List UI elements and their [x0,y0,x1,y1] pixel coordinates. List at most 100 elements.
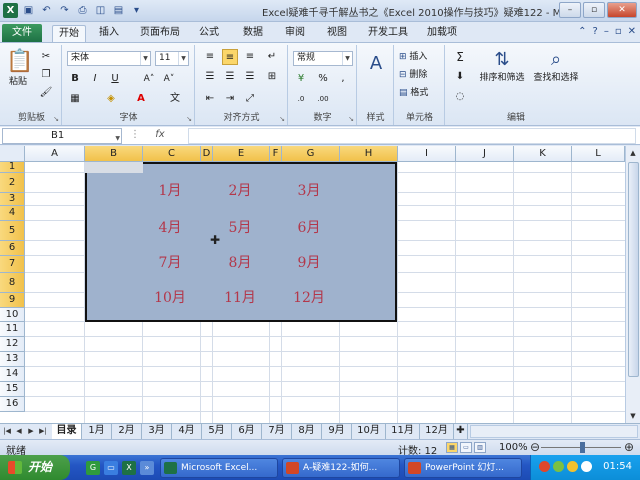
increase-decimal-icon[interactable]: .0 [293,91,309,107]
align-top-icon[interactable]: ≡ [202,49,218,65]
row-header[interactable]: 13 [0,352,25,367]
font-size-combo[interactable]: 11 ▼ [155,51,189,66]
redo-icon[interactable]: ↷ [57,3,72,18]
quicklaunch-more-icon[interactable]: » [140,461,154,475]
orientation-icon[interactable]: ⤢ [242,91,258,107]
bold-button[interactable]: B [67,71,83,87]
insert-sheet-icon[interactable]: ✚ [454,424,468,439]
column-header[interactable]: I [398,146,456,162]
grow-font-button[interactable]: A˄ [141,71,157,87]
zoom-level[interactable]: 100% [499,442,528,453]
column-header[interactable]: J [456,146,514,162]
chevron-down-icon[interactable]: ▼ [140,52,150,65]
column-header[interactable]: C [143,146,201,162]
open-icon[interactable]: ▤ [111,3,126,18]
month-cell[interactable]: 3月 [289,180,329,200]
vertical-scroll-thumb[interactable] [628,162,639,377]
month-cell[interactable]: 12月 [289,287,329,307]
clock[interactable]: 01:54 [603,461,632,472]
tab-developer[interactable]: 开发工具 [362,25,414,42]
active-cell[interactable] [85,162,143,173]
currency-icon[interactable]: ¥ [293,71,309,87]
last-sheet-icon[interactable]: ▶| [38,425,48,438]
row-header[interactable]: 2 [0,173,25,193]
merge-center-icon[interactable]: ⊞ [264,69,280,85]
row-header[interactable]: 4 [0,206,25,221]
clear-icon[interactable]: ◌ [452,89,468,105]
month-cell[interactable]: 4月 [150,217,190,237]
customize-icon[interactable]: ▾ [129,3,144,18]
sheet-tab[interactable]: 目录 [52,424,82,439]
comma-button[interactable]: , [335,71,351,87]
tray-volume-icon[interactable] [567,461,578,472]
sheet-tab[interactable]: 10月 [352,424,386,439]
month-cell[interactable]: 11月 [220,287,260,307]
restore-button[interactable]: ▫ [583,2,605,18]
alignment-launcher-icon[interactable]: ↘ [279,115,285,123]
save-icon[interactable]: ▣ [21,3,36,18]
chevron-down-icon[interactable]: ▼ [342,52,352,65]
styles-button[interactable]: A [364,53,388,74]
insert-cells-button[interactable]: ⊞ 插入 [399,49,427,62]
align-left-icon[interactable]: ☰ [202,69,218,85]
border-icon[interactable]: ▦ [67,91,83,107]
month-cell[interactable]: 5月 [220,217,260,237]
sheet-tab[interactable]: 7月 [262,424,292,439]
sheet-tab[interactable]: 4月 [172,424,202,439]
row-header[interactable]: 6 [0,241,25,256]
taskbar-item-doc[interactable]: A-疑难122-如何... [282,458,400,478]
tab-page-layout[interactable]: 页面布局 [134,25,186,42]
tab-view[interactable]: 视图 [320,25,354,42]
tab-file[interactable]: 文件 [2,24,42,42]
horizontal-scrollbar[interactable] [470,425,638,438]
zoom-slider-thumb[interactable] [580,442,585,453]
align-middle-icon[interactable]: ≡ [222,49,238,65]
taskbar-item-excel[interactable]: Microsoft Excel... [160,458,278,478]
minimize-button[interactable]: – [559,2,581,18]
start-button[interactable]: 开始 [0,455,70,480]
format-cells-button[interactable]: ▤ 格式 [399,85,428,98]
clipboard-launcher-icon[interactable]: ↘ [53,115,59,123]
row-header[interactable]: 9 [0,293,25,308]
copy-icon[interactable]: ❐ [38,67,54,83]
row-header[interactable]: 7 [0,256,25,273]
chevron-down-icon[interactable]: ▼ [115,132,120,146]
align-bottom-icon[interactable]: ≡ [242,49,258,65]
align-center-icon[interactable]: ☰ [222,69,238,85]
fill-icon[interactable]: ⬇ [452,69,468,85]
taskbar-item-powerpoint[interactable]: PowerPoint 幻灯... [404,458,522,478]
row-header[interactable]: 8 [0,273,25,293]
row-header[interactable]: 3 [0,193,25,206]
doc-minimize-icon[interactable]: – [604,26,609,37]
name-box[interactable]: B1 ▼ [2,128,122,144]
row-header[interactable]: 11 [0,322,25,337]
decrease-indent-icon[interactable]: ⇤ [202,91,218,107]
cut-icon[interactable]: ✂ [38,49,54,65]
tray-antivirus-icon[interactable] [539,461,550,472]
doc-close-icon[interactable]: ✕ [628,26,636,37]
ribbon-minimize-icon[interactable]: ⌃ [578,26,586,37]
font-color-button[interactable]: A [133,91,149,107]
number-launcher-icon[interactable]: ↘ [348,115,354,123]
formula-input[interactable] [188,128,636,144]
delete-cells-button[interactable]: ⊟ 删除 [399,67,427,80]
number-format-combo[interactable]: 常规 ▼ [293,51,353,66]
column-header[interactable]: D [201,146,213,162]
excel-logo-icon[interactable]: X [3,3,18,18]
column-header[interactable]: L [572,146,625,162]
sheet-tab[interactable]: 12月 [420,424,454,439]
sheet-tab[interactable]: 5月 [202,424,232,439]
month-cell[interactable]: 2月 [220,180,260,200]
quicklaunch-desktop-icon[interactable]: ▭ [104,461,118,475]
align-right-icon[interactable]: ☰ [242,69,258,85]
column-header[interactable]: K [514,146,572,162]
print-icon[interactable]: ⎙ [75,3,90,18]
sheet-tab[interactable]: 8月 [292,424,322,439]
scroll-up-icon[interactable]: ▲ [626,146,640,160]
row-header[interactable]: 14 [0,367,25,382]
tab-formulas[interactable]: 公式 [192,25,226,42]
month-cell[interactable]: 10月 [150,287,190,307]
phonetic-button[interactable]: 文 [167,91,183,107]
zoom-out-icon[interactable]: ⊖ [530,440,540,454]
doc-restore-icon[interactable]: ▫ [615,26,622,37]
